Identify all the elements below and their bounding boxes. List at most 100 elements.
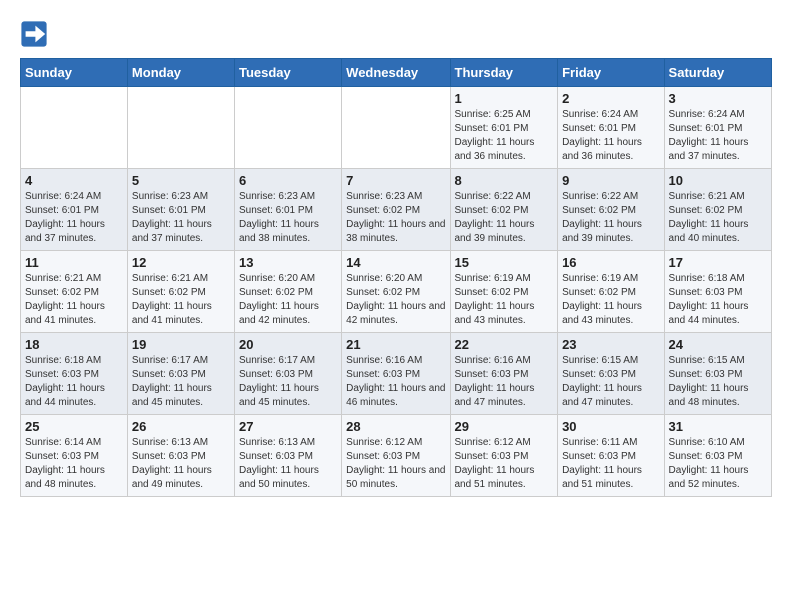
day-number: 30 xyxy=(562,419,659,434)
calendar-cell: 8Sunrise: 6:22 AM Sunset: 6:02 PM Daylig… xyxy=(450,169,558,251)
calendar-cell xyxy=(234,87,341,169)
day-detail: Sunrise: 6:11 AM Sunset: 6:03 PM Dayligh… xyxy=(562,436,659,492)
day-detail: Sunrise: 6:12 AM Sunset: 6:03 PM Dayligh… xyxy=(346,436,445,492)
day-header-monday: Monday xyxy=(127,59,234,87)
calendar-cell: 30 Sunrise: 6:11 AM Sunset: 6:03 PM Dayli… xyxy=(558,415,664,497)
calendar-cell: 29 Sunrise: 6:12 AM Sunset: 6:03 PM Dayli… xyxy=(450,415,558,497)
calendar-cell: 9 Sunrise: 6:22 AM Sunset: 6:02 PM Daylig… xyxy=(558,169,664,251)
calendar-cell: 17 Sunrise: 6:18 AM Sunset: 6:03 PM Dayli… xyxy=(664,251,771,333)
header xyxy=(20,20,772,48)
day-number: 31 xyxy=(669,419,767,434)
day-detail: Sunrise: 6:13 AM Sunset: 6:03 PM Dayligh… xyxy=(239,436,337,492)
calendar-week-2: 4 Sunrise: 6:24 AM Sunset: 6:01 PM Daylig… xyxy=(21,169,772,251)
day-number: 14 xyxy=(346,255,445,270)
calendar-cell: 6Sunrise: 6:23 AM Sunset: 6:01 PM Daylig… xyxy=(234,169,341,251)
day-number: 21 xyxy=(346,337,445,352)
day-detail: Sunrise: 6:21 AM Sunset: 6:02 PM Dayligh… xyxy=(132,272,230,328)
day-detail: Sunrise: 6:18 AM Sunset: 6:03 PM Dayligh… xyxy=(669,272,767,328)
logo-icon xyxy=(20,20,48,48)
day-detail: Sunrise: 6:17 AM Sunset: 6:03 PM Dayligh… xyxy=(239,354,337,410)
calendar-cell: 4 Sunrise: 6:24 AM Sunset: 6:01 PM Daylig… xyxy=(21,169,128,251)
day-number: 11 xyxy=(25,255,123,270)
day-number: 17 xyxy=(669,255,767,270)
calendar-week-5: 25 Sunrise: 6:14 AM Sunset: 6:03 PM Dayli… xyxy=(21,415,772,497)
day-header-thursday: Thursday xyxy=(450,59,558,87)
day-number: 1 xyxy=(455,91,554,106)
calendar-cell xyxy=(342,87,450,169)
calendar-header: SundayMondayTuesdayWednesdayThursdayFrid… xyxy=(21,59,772,87)
day-detail: Sunrise: 6:20 AM Sunset: 6:02 PM Dayligh… xyxy=(239,272,337,328)
day-detail: Sunrise: 6:24 AM Sunset: 6:01 PM Dayligh… xyxy=(669,108,767,164)
day-number: 8 xyxy=(455,173,554,188)
day-number: 24 xyxy=(669,337,767,352)
calendar-cell: 15 Sunrise: 6:19 AM Sunset: 6:02 PM Dayli… xyxy=(450,251,558,333)
calendar-cell: 18 Sunrise: 6:18 AM Sunset: 6:03 PM Dayli… xyxy=(21,333,128,415)
day-header-wednesday: Wednesday xyxy=(342,59,450,87)
day-header-sunday: Sunday xyxy=(21,59,128,87)
day-detail: Sunrise: 6:21 AM Sunset: 6:02 PM Dayligh… xyxy=(25,272,123,328)
calendar-week-4: 18 Sunrise: 6:18 AM Sunset: 6:03 PM Dayli… xyxy=(21,333,772,415)
day-number: 23 xyxy=(562,337,659,352)
calendar-cell: 21 Sunrise: 6:16 AM Sunset: 6:03 PM Dayli… xyxy=(342,333,450,415)
day-detail: Sunrise: 6:17 AM Sunset: 6:03 PM Dayligh… xyxy=(132,354,230,410)
day-number: 13 xyxy=(239,255,337,270)
calendar-cell: 25 Sunrise: 6:14 AM Sunset: 6:03 PM Dayli… xyxy=(21,415,128,497)
day-number: 15 xyxy=(455,255,554,270)
day-number: 5 xyxy=(132,173,230,188)
day-detail: Sunrise: 6:16 AM Sunset: 6:03 PM Dayligh… xyxy=(455,354,554,410)
day-number: 2 xyxy=(562,91,659,106)
calendar-cell: 20 Sunrise: 6:17 AM Sunset: 6:03 PM Dayli… xyxy=(234,333,341,415)
day-number: 3 xyxy=(669,91,767,106)
calendar-cell: 13 Sunrise: 6:20 AM Sunset: 6:02 PM Dayli… xyxy=(234,251,341,333)
calendar-week-1: 1 Sunrise: 6:25 AM Sunset: 6:01 PM Daylig… xyxy=(21,87,772,169)
day-number: 22 xyxy=(455,337,554,352)
day-detail: Sunrise: 6:19 AM Sunset: 6:02 PM Dayligh… xyxy=(455,272,554,328)
calendar-cell: 14 Sunrise: 6:20 AM Sunset: 6:02 PM Dayli… xyxy=(342,251,450,333)
day-number: 4 xyxy=(25,173,123,188)
calendar-cell: 24Sunrise: 6:15 AM Sunset: 6:03 PM Dayli… xyxy=(664,333,771,415)
day-detail: Sunrise: 6:24 AM Sunset: 6:01 PM Dayligh… xyxy=(562,108,659,164)
day-header-friday: Friday xyxy=(558,59,664,87)
day-detail: Sunrise: 6:12 AM Sunset: 6:03 PM Dayligh… xyxy=(455,436,554,492)
day-detail: Sunrise: 6:22 AM Sunset: 6:02 PM Dayligh… xyxy=(562,190,659,246)
calendar-cell: 31 Sunrise: 6:10 AM Sunset: 6:03 PM Dayli… xyxy=(664,415,771,497)
day-number: 25 xyxy=(25,419,123,434)
calendar-cell: 10 Sunrise: 6:21 AM Sunset: 6:02 PM Dayli… xyxy=(664,169,771,251)
day-number: 20 xyxy=(239,337,337,352)
calendar-body: 1 Sunrise: 6:25 AM Sunset: 6:01 PM Daylig… xyxy=(21,87,772,497)
calendar-cell: 28 Sunrise: 6:12 AM Sunset: 6:03 PM Dayli… xyxy=(342,415,450,497)
calendar-cell: 26Sunrise: 6:13 AM Sunset: 6:03 PM Dayli… xyxy=(127,415,234,497)
day-header-tuesday: Tuesday xyxy=(234,59,341,87)
day-number: 9 xyxy=(562,173,659,188)
calendar-table: SundayMondayTuesdayWednesdayThursdayFrid… xyxy=(20,58,772,497)
day-detail: Sunrise: 6:23 AM Sunset: 6:01 PM Dayligh… xyxy=(132,190,230,246)
calendar-cell: 16Sunrise: 6:19 AM Sunset: 6:02 PM Dayli… xyxy=(558,251,664,333)
day-detail: Sunrise: 6:18 AM Sunset: 6:03 PM Dayligh… xyxy=(25,354,123,410)
calendar-cell xyxy=(127,87,234,169)
calendar-cell: 2 Sunrise: 6:24 AM Sunset: 6:01 PM Daylig… xyxy=(558,87,664,169)
day-number: 6 xyxy=(239,173,337,188)
calendar-week-3: 11 Sunrise: 6:21 AM Sunset: 6:02 PM Dayli… xyxy=(21,251,772,333)
day-detail: Sunrise: 6:10 AM Sunset: 6:03 PM Dayligh… xyxy=(669,436,767,492)
day-number: 29 xyxy=(455,419,554,434)
day-detail: Sunrise: 6:19 AM Sunset: 6:02 PM Dayligh… xyxy=(562,272,659,328)
day-detail: Sunrise: 6:24 AM Sunset: 6:01 PM Dayligh… xyxy=(25,190,123,246)
day-detail: Sunrise: 6:16 AM Sunset: 6:03 PM Dayligh… xyxy=(346,354,445,410)
day-detail: Sunrise: 6:20 AM Sunset: 6:02 PM Dayligh… xyxy=(346,272,445,328)
day-number: 28 xyxy=(346,419,445,434)
day-detail: Sunrise: 6:21 AM Sunset: 6:02 PM Dayligh… xyxy=(669,190,767,246)
day-number: 27 xyxy=(239,419,337,434)
calendar-cell: 3 Sunrise: 6:24 AM Sunset: 6:01 PM Daylig… xyxy=(664,87,771,169)
day-number: 26 xyxy=(132,419,230,434)
day-number: 18 xyxy=(25,337,123,352)
calendar-cell: 23 Sunrise: 6:15 AM Sunset: 6:03 PM Dayli… xyxy=(558,333,664,415)
day-number: 19 xyxy=(132,337,230,352)
day-number: 12 xyxy=(132,255,230,270)
day-detail: Sunrise: 6:14 AM Sunset: 6:03 PM Dayligh… xyxy=(25,436,123,492)
day-number: 10 xyxy=(669,173,767,188)
day-detail: Sunrise: 6:25 AM Sunset: 6:01 PM Dayligh… xyxy=(455,108,554,164)
calendar-cell: 7Sunrise: 6:23 AM Sunset: 6:02 PM Daylig… xyxy=(342,169,450,251)
calendar-cell: 1 Sunrise: 6:25 AM Sunset: 6:01 PM Daylig… xyxy=(450,87,558,169)
day-detail: Sunrise: 6:15 AM Sunset: 6:03 PM Dayligh… xyxy=(562,354,659,410)
calendar-cell: 5 Sunrise: 6:23 AM Sunset: 6:01 PM Daylig… xyxy=(127,169,234,251)
